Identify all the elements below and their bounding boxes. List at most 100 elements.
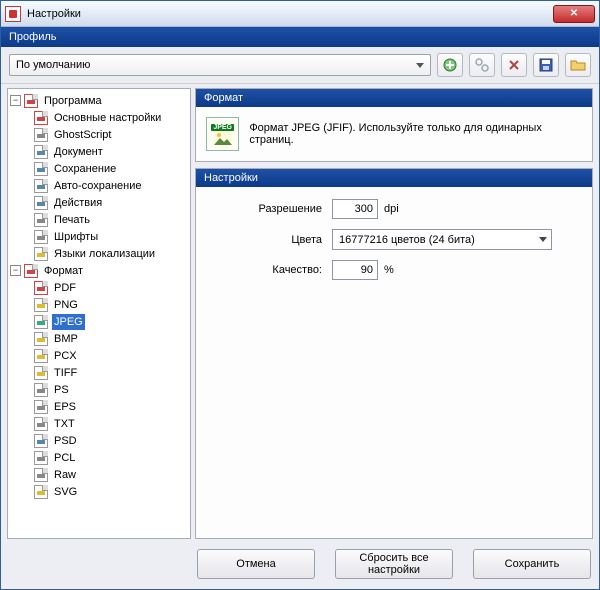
file-icon <box>33 399 49 415</box>
settings-panel-title: Настройки <box>196 169 592 187</box>
tree-label: GhostScript <box>52 127 113 143</box>
file-icon <box>33 365 49 381</box>
settings-window: Настройки Профиль По умолчанию − Программ… <box>0 0 600 590</box>
tree-label: Формат <box>42 263 85 279</box>
file-icon <box>33 212 49 228</box>
format-description: Формат JPEG (JFIF). Используйте только д… <box>249 122 582 146</box>
tree-item-lang[interactable]: Языки локализации <box>10 245 188 262</box>
tree-pane[interactable]: −ПрограммаОсновные настройкиGhostScriptД… <box>7 88 191 539</box>
profile-row: По умолчанию <box>1 47 599 84</box>
tree-item-fonts[interactable]: Шрифты <box>10 228 188 245</box>
settings-tree: −ПрограммаОсновные настройкиGhostScriptД… <box>10 92 188 500</box>
quality-input[interactable] <box>332 260 378 280</box>
tree-item-tiff[interactable]: TIFF <box>10 364 188 381</box>
tree-label: Шрифты <box>52 229 100 245</box>
save-profile-button[interactable] <box>533 53 559 77</box>
tree-item-pdf[interactable]: PDF <box>10 279 188 296</box>
tree-label: Авто-сохранение <box>52 178 144 194</box>
tree-item-svg[interactable]: SVG <box>10 483 188 500</box>
tree-root-format[interactable]: − Формат <box>10 262 188 279</box>
add-profile-button[interactable] <box>437 53 463 77</box>
resolution-unit: dpi <box>384 203 399 215</box>
profile-header: Профиль <box>1 27 599 47</box>
tree-item-autosave[interactable]: Авто-сохранение <box>10 177 188 194</box>
file-icon <box>33 433 49 449</box>
tree-label: SVG <box>52 484 79 500</box>
collapse-icon[interactable]: − <box>10 95 21 106</box>
tree-label: Печать <box>52 212 92 228</box>
tree-item-txt[interactable]: TXT <box>10 415 188 432</box>
chevron-down-icon <box>539 237 547 242</box>
file-icon <box>33 144 49 160</box>
tree-item-bmp[interactable]: BMP <box>10 330 188 347</box>
tree-label: EPS <box>52 399 78 415</box>
dialog-buttons: Отмена Сбросить все настройки Сохранить <box>1 543 599 589</box>
tree-item-psd[interactable]: PSD <box>10 432 188 449</box>
tree-item-png[interactable]: PNG <box>10 296 188 313</box>
cancel-button[interactable]: Отмена <box>197 549 315 579</box>
tree-item-doc[interactable]: Документ <box>10 143 188 160</box>
tree-label: Сохранение <box>52 161 118 177</box>
file-icon <box>33 297 49 313</box>
tree-item-actions[interactable]: Действия <box>10 194 188 211</box>
chevron-down-icon <box>416 63 424 68</box>
tree-label: Программа <box>42 93 104 109</box>
tree-label: TXT <box>52 416 77 432</box>
tree-item-pcl[interactable]: PCL <box>10 449 188 466</box>
resolution-input[interactable] <box>332 199 378 219</box>
file-icon <box>33 382 49 398</box>
link-profile-button[interactable] <box>469 53 495 77</box>
titlebar: Настройки <box>1 1 599 27</box>
colors-select[interactable]: 16777216 цветов (24 бита) <box>332 229 552 250</box>
collapse-icon[interactable]: − <box>10 265 21 276</box>
tree-label: PSD <box>52 433 79 449</box>
tree-label: PCL <box>52 450 77 466</box>
tree-item-pcx[interactable]: PCX <box>10 347 188 364</box>
tree-item-raw[interactable]: Raw <box>10 466 188 483</box>
file-icon <box>33 161 49 177</box>
right-pane: Формат JPEG Формат JPEG (JFIF). Использу… <box>195 88 593 539</box>
file-icon <box>33 348 49 364</box>
resolution-label: Разрешение <box>212 203 332 215</box>
quality-unit: % <box>384 264 394 276</box>
tree-label: PS <box>52 382 71 398</box>
open-folder-button[interactable] <box>565 53 591 77</box>
window-title: Настройки <box>27 8 553 20</box>
app-root-icon <box>23 263 39 279</box>
tree-item-base[interactable]: Основные настройки <box>10 109 188 126</box>
reset-button[interactable]: Сбросить все настройки <box>335 549 453 579</box>
quality-label: Качество: <box>212 264 332 276</box>
tree-item-gs[interactable]: GhostScript <box>10 126 188 143</box>
colors-label: Цвета <box>212 234 332 246</box>
tree-label: PDF <box>52 280 78 296</box>
tree-label: BMP <box>52 331 80 347</box>
file-icon <box>33 229 49 245</box>
file-icon <box>33 195 49 211</box>
tree-item-eps[interactable]: EPS <box>10 398 188 415</box>
settings-panel: Настройки Разрешение dpi Цвета 16777216 … <box>195 168 593 539</box>
tree-label: Raw <box>52 467 78 483</box>
tree-root-program[interactable]: − Программа <box>10 92 188 109</box>
file-icon <box>33 450 49 466</box>
close-button[interactable] <box>553 5 595 23</box>
tree-label: Основные настройки <box>52 110 163 126</box>
file-icon <box>33 314 49 330</box>
tree-label: JPEG <box>52 314 85 330</box>
tree-label: PNG <box>52 297 80 313</box>
tree-item-print[interactable]: Печать <box>10 211 188 228</box>
file-icon <box>33 178 49 194</box>
format-panel: Формат JPEG Формат JPEG (JFIF). Использу… <box>195 88 593 162</box>
file-icon <box>33 416 49 432</box>
tree-label: Языки локализации <box>52 246 157 262</box>
file-icon <box>33 280 49 296</box>
tree-item-jpeg[interactable]: JPEG <box>10 313 188 330</box>
tree-label: PCX <box>52 348 79 364</box>
tree-item-ps[interactable]: PS <box>10 381 188 398</box>
app-icon <box>5 6 21 22</box>
tree-label: TIFF <box>52 365 79 381</box>
save-button[interactable]: Сохранить <box>473 549 591 579</box>
file-icon <box>33 467 49 483</box>
delete-profile-button[interactable] <box>501 53 527 77</box>
profile-select[interactable]: По умолчанию <box>9 54 431 76</box>
tree-item-save[interactable]: Сохранение <box>10 160 188 177</box>
